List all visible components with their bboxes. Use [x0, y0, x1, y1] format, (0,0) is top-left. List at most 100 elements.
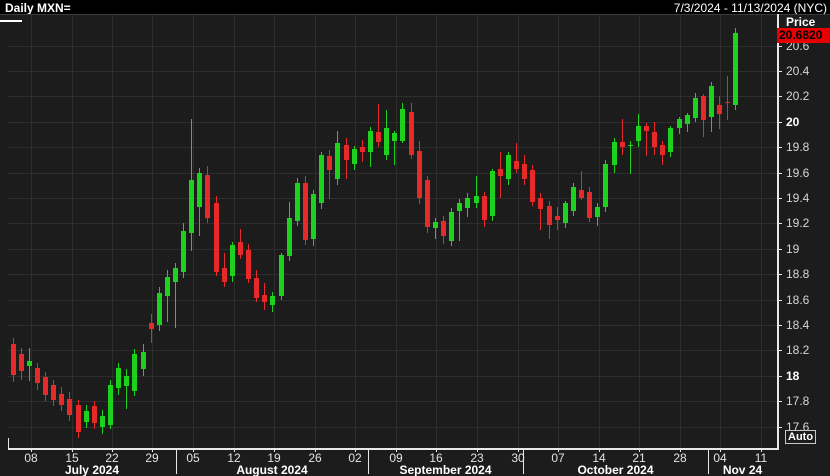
date-tick-label: 02 [343, 451, 367, 465]
month-separator [523, 448, 524, 474]
candle-body [685, 115, 690, 124]
candle-body [303, 183, 308, 240]
candle-wick [476, 176, 477, 208]
axis-corner-stub [8, 438, 9, 448]
candle-body [474, 196, 479, 204]
month-label: September 2024 [376, 463, 516, 476]
candle-body [709, 86, 714, 117]
candle-body [279, 255, 284, 296]
candle-body [425, 180, 430, 227]
candle-body [693, 98, 698, 118]
price-gridline [8, 325, 777, 326]
candle-body [595, 207, 600, 217]
candle-body [644, 126, 649, 131]
date-gridline [152, 14, 153, 448]
candle-body [287, 218, 292, 256]
date-gridline [599, 14, 600, 448]
candle-wick [622, 119, 623, 155]
candle-body [587, 192, 592, 219]
candle-body [482, 196, 487, 220]
date-gridline [234, 14, 235, 448]
date-gridline [355, 14, 356, 448]
candle-body [181, 231, 186, 272]
candle-body [92, 406, 97, 423]
candle-body [733, 33, 738, 105]
candle-body [417, 151, 422, 198]
candle-body [262, 295, 267, 303]
date-gridline [518, 14, 519, 448]
candle-body [254, 278, 259, 298]
candle-body [76, 405, 81, 432]
candle-body [173, 268, 178, 282]
candle-body [230, 245, 235, 276]
candle-body [165, 277, 170, 296]
candle-body [197, 173, 202, 207]
date-gridline [396, 14, 397, 448]
price-tick-label: 19.8 [786, 140, 809, 154]
candle-body [660, 145, 665, 155]
candle-body [668, 128, 673, 152]
price-tick-label: 19.2 [786, 216, 809, 230]
chart-plot-area[interactable]: 20.620.420.22019.819.619.419.21918.818.6… [0, 0, 830, 476]
candle-body [157, 293, 162, 325]
price-gridline [8, 122, 777, 123]
price-tick-label: 20.2 [786, 89, 809, 103]
candle-body [311, 194, 316, 239]
candle-body [270, 296, 275, 305]
date-gridline [639, 14, 640, 448]
candle-body [579, 190, 584, 198]
y-axis-line [777, 14, 779, 449]
candle-body [400, 109, 405, 141]
candle-body [498, 169, 503, 177]
candle-body [352, 149, 357, 164]
price-tick-label: 19.4 [786, 191, 809, 205]
candle-body [620, 142, 625, 147]
candle-body [409, 112, 414, 155]
price-tick-label: 20.4 [786, 64, 809, 78]
candle-body [35, 368, 40, 383]
candle-body [555, 216, 560, 220]
candle-body [141, 352, 146, 370]
candle-body [51, 385, 56, 400]
date-gridline [112, 14, 113, 448]
price-gridline [8, 173, 777, 174]
month-label: Nov 24 [673, 463, 813, 476]
price-tick-label: 18.2 [786, 343, 809, 357]
candle-body [11, 344, 16, 375]
price-gridline [8, 223, 777, 224]
candle-body [214, 203, 219, 272]
price-gridline [8, 198, 777, 199]
candle-body [433, 222, 438, 228]
candle-body [132, 354, 137, 391]
candle-body [384, 128, 389, 155]
candle-body [360, 147, 365, 152]
date-gridline [31, 14, 32, 448]
price-gridline [8, 274, 777, 275]
price-gridline [8, 401, 777, 402]
price-tick-label: 19 [786, 242, 799, 256]
price-tick-label: 18.6 [786, 293, 809, 307]
candle-body [100, 416, 105, 426]
auto-scale-button[interactable]: Auto [785, 430, 816, 444]
candle-body [205, 175, 210, 218]
candle-body [603, 164, 608, 207]
candle-body [717, 105, 722, 114]
candle-body [335, 143, 340, 179]
candle-body [571, 187, 576, 211]
date-range-label: 7/3/2024 - 11/13/2024 (NYC) [674, 1, 827, 15]
title-underline [0, 20, 22, 22]
candle-body [344, 145, 349, 160]
candle-body [441, 221, 446, 236]
price-tick-label: 20 [786, 115, 799, 129]
month-separator [176, 448, 177, 474]
candle-body [84, 411, 89, 421]
date-gridline [436, 14, 437, 448]
candle-body [124, 376, 129, 386]
candle-body [530, 170, 535, 202]
candle-body [149, 323, 154, 329]
candle-body [238, 242, 243, 255]
month-separator [368, 448, 369, 474]
candle-body [547, 206, 552, 225]
candle-wick [727, 76, 728, 120]
date-gridline [274, 14, 275, 448]
